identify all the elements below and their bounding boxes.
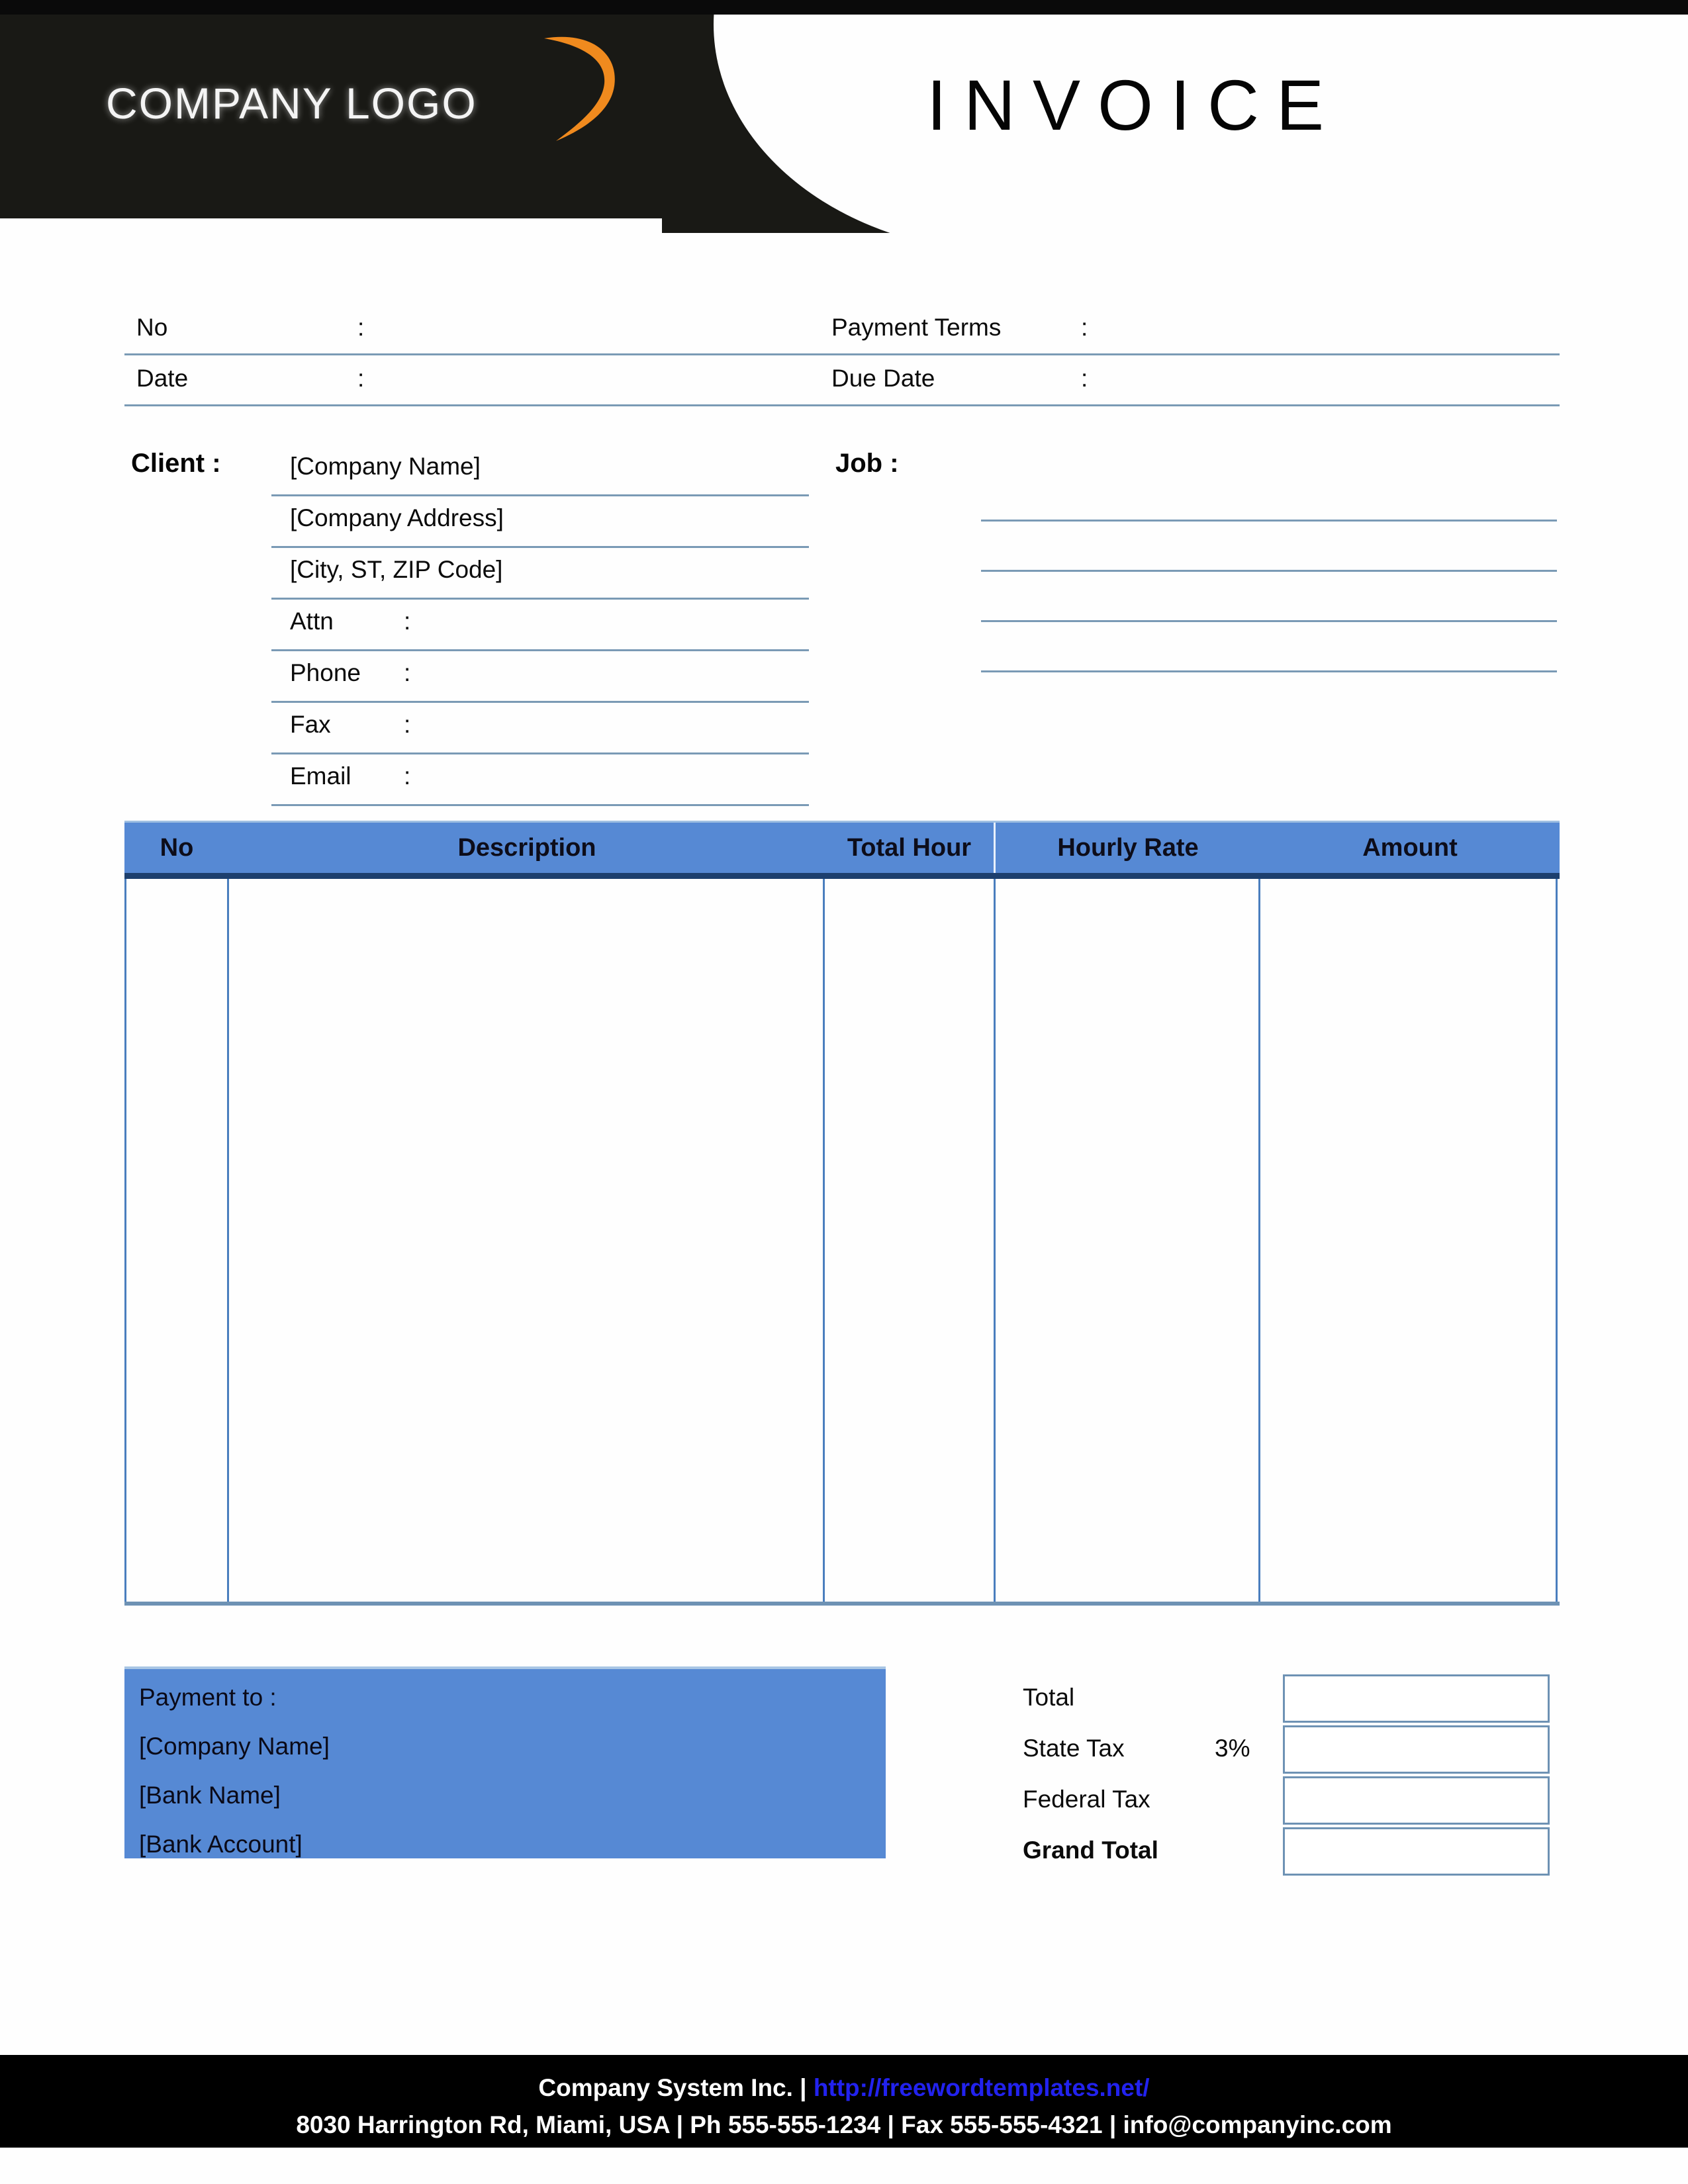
line-items-cell-amount[interactable] bbox=[1260, 879, 1558, 1602]
column-header-no: No bbox=[160, 833, 194, 862]
totals-percent-state-tax: 3% bbox=[1215, 1735, 1250, 1762]
payment-company-name: [Company Name] bbox=[139, 1733, 330, 1760]
totals-value-federal-tax[interactable] bbox=[1283, 1776, 1550, 1825]
page-title: INVOICE bbox=[927, 65, 1342, 145]
client-company-name-value: [Company Name] bbox=[290, 453, 481, 480]
totals-value-state-tax[interactable] bbox=[1283, 1725, 1550, 1774]
job-section-label: Job : bbox=[835, 449, 899, 478]
client-field-phone[interactable]: Phone : bbox=[271, 651, 809, 703]
payment-bank-account: [Bank Account] bbox=[139, 1831, 303, 1858]
client-attn-colon: : bbox=[404, 608, 411, 635]
payment-bank-name: [Bank Name] bbox=[139, 1782, 281, 1809]
totals-label-federal-tax: Federal Tax bbox=[1023, 1786, 1150, 1813]
meta-label-payment-terms: Payment Terms bbox=[831, 314, 1002, 341]
client-section-label: Client : bbox=[131, 449, 221, 478]
footer-company-line: Company System Inc. | http://freewordtem… bbox=[0, 2070, 1688, 2107]
job-field-line-2[interactable] bbox=[981, 522, 1557, 572]
line-items-cell-hourly-rate[interactable] bbox=[996, 879, 1260, 1602]
footer-address-line: 8030 Harrington Rd, Miami, USA | Ph 555-… bbox=[296, 2111, 1392, 2138]
footer-company-name: Company System Inc. | bbox=[538, 2074, 814, 2101]
top-black-strip bbox=[0, 0, 1688, 15]
header-curve-shape bbox=[662, 15, 966, 233]
client-email-label: Email bbox=[290, 762, 352, 790]
meta-row-no: No : Payment Terms : bbox=[124, 304, 1560, 355]
totals-label-grand-total: Grand Total bbox=[1023, 1837, 1158, 1864]
client-field-attn[interactable]: Attn : bbox=[271, 600, 809, 651]
client-fax-colon: : bbox=[404, 711, 411, 738]
column-header-amount: Amount bbox=[1362, 833, 1458, 862]
meta-colon-payment-terms: : bbox=[1081, 314, 1088, 341]
invoice-meta: No : Payment Terms : Date : Due Date : bbox=[124, 304, 1560, 406]
page-footer: Company System Inc. | http://freewordtem… bbox=[0, 2055, 1688, 2148]
job-field-line-4[interactable] bbox=[981, 622, 1557, 672]
meta-row-date: Date : Due Date : bbox=[124, 355, 1560, 406]
client-fax-label: Fax bbox=[290, 711, 331, 738]
line-items-cell-total-hour[interactable] bbox=[825, 879, 996, 1602]
meta-label-date: Date bbox=[136, 365, 189, 392]
client-field-email[interactable]: Email : bbox=[271, 754, 809, 806]
column-header-description: Description bbox=[457, 833, 596, 862]
meta-label-no: No bbox=[136, 314, 168, 341]
client-email-colon: : bbox=[404, 762, 411, 790]
job-fields bbox=[981, 471, 1557, 672]
meta-colon-due-date: : bbox=[1081, 365, 1088, 392]
line-items-table: No Description Total Hour Hourly Rate Am… bbox=[124, 821, 1560, 1606]
line-items-cell-description[interactable] bbox=[229, 879, 825, 1602]
logo-swoosh-icon bbox=[544, 36, 615, 141]
client-field-company-address[interactable]: [Company Address] bbox=[271, 496, 809, 548]
client-field-city-state-zip[interactable]: [City, ST, ZIP Code] bbox=[271, 548, 809, 600]
job-field-line-1[interactable] bbox=[981, 471, 1557, 522]
line-items-cell-no[interactable] bbox=[124, 879, 229, 1602]
client-fields: [Company Name] [Company Address] [City, … bbox=[271, 445, 809, 806]
meta-label-due-date: Due Date bbox=[831, 365, 935, 392]
company-logo-text: COMPANY LOGO bbox=[106, 79, 477, 128]
job-field-line-3[interactable] bbox=[981, 572, 1557, 622]
totals-label-state-tax: State Tax bbox=[1023, 1735, 1125, 1762]
line-items-header-row: No Description Total Hour Hourly Rate Am… bbox=[124, 821, 1560, 879]
column-header-hourly-rate: Hourly Rate bbox=[1057, 833, 1199, 862]
meta-colon-no: : bbox=[357, 314, 365, 341]
client-company-address-value: [Company Address] bbox=[290, 504, 504, 531]
client-phone-label: Phone bbox=[290, 659, 361, 686]
client-attn-label: Attn bbox=[290, 608, 334, 635]
payment-heading: Payment to : bbox=[139, 1684, 277, 1711]
client-phone-colon: : bbox=[404, 659, 411, 686]
column-header-total-hour: Total Hour bbox=[825, 823, 996, 873]
client-field-fax[interactable]: Fax : bbox=[271, 703, 809, 754]
totals-value-grand-total[interactable] bbox=[1283, 1827, 1550, 1876]
client-field-company-name[interactable]: [Company Name] bbox=[271, 445, 809, 496]
payment-details-box: Payment to : [Company Name] [Bank Name] … bbox=[124, 1666, 886, 1858]
meta-colon-date: : bbox=[357, 365, 365, 392]
footer-website-link[interactable]: http://freewordtemplates.net/ bbox=[814, 2074, 1150, 2101]
totals-label-total: Total bbox=[1023, 1684, 1075, 1711]
client-city-state-zip-value: [City, ST, ZIP Code] bbox=[290, 556, 503, 583]
totals-value-total[interactable] bbox=[1283, 1674, 1550, 1723]
line-items-body bbox=[124, 879, 1560, 1606]
invoice-page: COMPANY LOGO INVOICE No : Payment Terms … bbox=[0, 0, 1688, 2184]
